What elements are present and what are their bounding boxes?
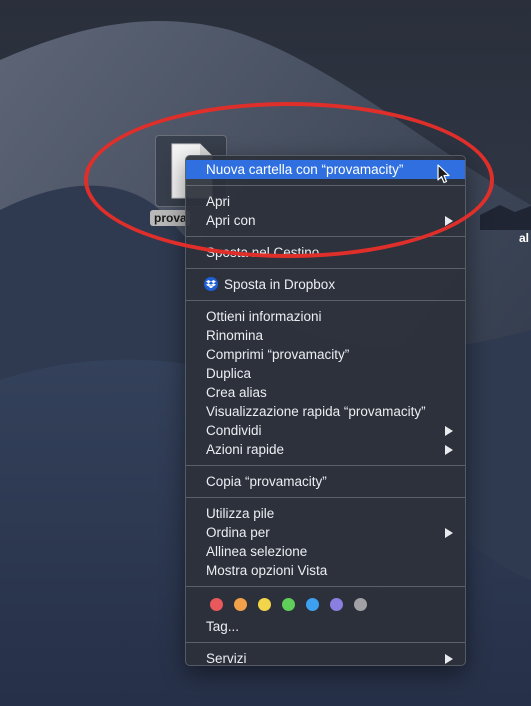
- menu-item-services[interactable]: Servizi: [186, 649, 465, 668]
- submenu-arrow-icon: [445, 654, 453, 664]
- menu-item-use-stacks[interactable]: Utilizza pile: [186, 504, 465, 523]
- menu-item-label: Comprimi “provamacity”: [206, 347, 350, 362]
- dropbox-icon: [204, 277, 218, 291]
- menu-separator: [186, 642, 465, 643]
- tag-green[interactable]: [282, 598, 295, 611]
- menu-item-label: Sposta in Dropbox: [224, 277, 336, 292]
- menu-item-label: Ordina per: [206, 525, 270, 540]
- submenu-arrow-icon: [445, 426, 453, 436]
- menu-separator: [186, 497, 465, 498]
- menu-item-open[interactable]: Apri: [186, 192, 465, 211]
- menu-item-compress[interactable]: Comprimi “provamacity”: [186, 345, 465, 364]
- tag-orange[interactable]: [234, 598, 247, 611]
- menu-item-rename[interactable]: Rinomina: [186, 326, 465, 345]
- menu-item-label: Tag...: [206, 619, 240, 634]
- context-menu: Nuova cartella con “provamacity” Apri Ap…: [185, 155, 466, 666]
- tag-red[interactable]: [210, 598, 223, 611]
- tag-purple[interactable]: [330, 598, 343, 611]
- menu-item-quick-actions[interactable]: Azioni rapide: [186, 440, 465, 459]
- menu-item-open-with[interactable]: Apri con: [186, 211, 465, 230]
- menu-item-label: Azioni rapide: [206, 442, 285, 457]
- menu-item-label: Servizi: [206, 651, 247, 666]
- menu-separator: [186, 236, 465, 237]
- menu-separator: [186, 300, 465, 301]
- menu-separator: [186, 268, 465, 269]
- menu-item-tags[interactable]: Tag...: [186, 617, 465, 636]
- menu-item-new-folder-with-selection[interactable]: Nuova cartella con “provamacity”: [186, 160, 465, 179]
- menu-item-label: Crea alias: [206, 385, 267, 400]
- menu-item-get-info[interactable]: Ottieni informazioni: [186, 307, 465, 326]
- mouse-pointer-icon: [437, 164, 450, 184]
- menu-item-make-alias[interactable]: Crea alias: [186, 383, 465, 402]
- menu-item-move-to-dropbox[interactable]: Sposta in Dropbox: [186, 275, 465, 294]
- menu-item-copy[interactable]: Copia “provamacity”: [186, 472, 465, 491]
- desktop-item-label: al: [519, 231, 530, 245]
- menu-separator: [186, 465, 465, 466]
- submenu-arrow-icon: [445, 528, 453, 538]
- menu-item-share[interactable]: Condividi: [186, 421, 465, 440]
- file-name-label[interactable]: prova: [150, 210, 190, 226]
- menu-item-sort-by[interactable]: Ordina per: [186, 523, 465, 542]
- menu-item-label: Copia “provamacity”: [206, 474, 327, 489]
- menu-item-duplicate[interactable]: Duplica: [186, 364, 465, 383]
- menu-item-label: Allinea selezione: [206, 544, 308, 559]
- submenu-arrow-icon: [445, 445, 453, 455]
- menu-item-clean-up-selection[interactable]: Allinea selezione: [186, 542, 465, 561]
- menu-item-label: Mostra opzioni Vista: [206, 563, 328, 578]
- tag-blue[interactable]: [306, 598, 319, 611]
- menu-item-label: Visualizzazione rapida “provamacity”: [206, 404, 426, 419]
- menu-item-label: Duplica: [206, 366, 252, 381]
- menu-item-label: Ottieni informazioni: [206, 309, 322, 324]
- menu-item-label: Nuova cartella con “provamacity”: [206, 162, 404, 177]
- menu-item-quick-look[interactable]: Visualizzazione rapida “provamacity”: [186, 402, 465, 421]
- menu-item-label: Apri: [206, 194, 231, 209]
- menu-item-label: Apri con: [206, 213, 256, 228]
- menu-item-label: Utilizza pile: [206, 506, 275, 521]
- submenu-arrow-icon: [445, 216, 453, 226]
- menu-item-show-view-options[interactable]: Mostra opzioni Vista: [186, 561, 465, 580]
- menu-item-label: Sposta nel Cestino: [206, 245, 320, 260]
- menu-item-label: Rinomina: [206, 328, 264, 343]
- tag-gray[interactable]: [354, 598, 367, 611]
- menu-item-move-to-trash[interactable]: Sposta nel Cestino: [186, 243, 465, 262]
- tag-color-row: [186, 593, 465, 617]
- menu-separator: [186, 185, 465, 186]
- tag-yellow[interactable]: [258, 598, 271, 611]
- menu-separator: [186, 586, 465, 587]
- menu-item-label: Condividi: [206, 423, 262, 438]
